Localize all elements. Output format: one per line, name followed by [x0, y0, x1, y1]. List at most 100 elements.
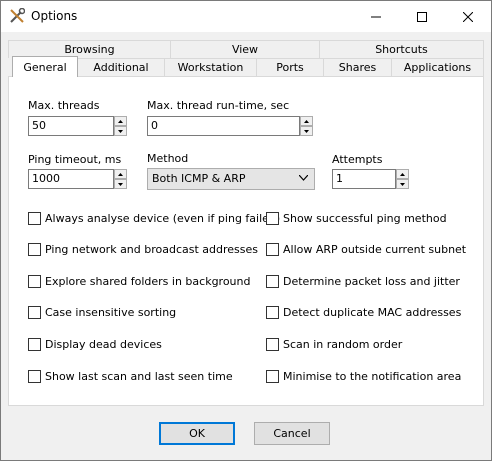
arrow-down-icon [118, 182, 123, 186]
arrow-down-icon [400, 182, 405, 186]
chevron-down-icon [299, 175, 308, 181]
checkbox-box[interactable] [28, 274, 41, 288]
checkbox-label: Ping network and broadcast addresses [45, 242, 259, 256]
spin-up-button[interactable] [396, 169, 409, 179]
arrow-up-icon [118, 119, 123, 123]
checkbox-box[interactable] [28, 211, 41, 225]
checkbox-box[interactable] [266, 337, 279, 351]
checkbox-label: Determine packet loss and jitter [283, 274, 460, 288]
tab-label: View [231, 43, 259, 56]
maximize-icon [417, 11, 427, 22]
ok-label: OK [189, 427, 205, 440]
tab-general[interactable]: General [12, 56, 78, 77]
tab-shares[interactable]: Shares [323, 58, 392, 76]
spin-up-button[interactable] [300, 116, 313, 126]
checkbox-box[interactable] [266, 211, 279, 225]
checkbox-always-analyse[interactable]: Always analyse device (even if ping fail… [28, 210, 280, 226]
checkbox-explore-shared[interactable]: Explore shared folders in background [28, 273, 251, 289]
checkbox-label: Scan in random order [283, 337, 403, 351]
maximize-button[interactable] [399, 1, 445, 32]
spin-up-button[interactable] [114, 169, 127, 179]
spin-down-button[interactable] [396, 179, 409, 189]
checkbox-random-order[interactable]: Scan in random order [266, 336, 402, 352]
checkbox-display-dead[interactable]: Display dead devices [28, 336, 162, 352]
tab-label: Shortcuts [375, 43, 428, 56]
spin-down-button[interactable] [300, 126, 313, 136]
checkbox-box[interactable] [28, 337, 41, 351]
cancel-button[interactable]: Cancel [254, 422, 330, 445]
tab-label: Shares [338, 61, 377, 74]
checkbox-label: Allow ARP outside current subnet [283, 242, 467, 256]
max-threads-label: Max. threads [28, 99, 100, 112]
minimize-icon [371, 16, 381, 17]
arrow-down-icon [118, 129, 123, 133]
window-title: Options [31, 9, 78, 23]
close-icon [463, 11, 473, 22]
tab-label: Browsing [64, 43, 115, 56]
tab-additional[interactable]: Additional [77, 58, 165, 76]
checkbox-box[interactable] [28, 305, 41, 319]
checkbox-ping-network[interactable]: Ping network and broadcast addresses [28, 241, 258, 257]
max-runtime-input[interactable]: 0 [147, 116, 300, 136]
checkbox-label: Display dead devices [45, 337, 162, 351]
method-label: Method [147, 152, 189, 165]
ping-timeout-input[interactable]: 1000 [28, 169, 114, 189]
checkbox-box[interactable] [266, 242, 279, 256]
arrow-down-icon [304, 129, 309, 133]
options-window: Options Browsing View Shortcuts General … [0, 0, 492, 461]
checkbox-show-ping-method[interactable]: Show successful ping method [266, 210, 447, 226]
checkbox-duplicate-mac[interactable]: Detect duplicate MAC addresses [266, 304, 461, 320]
checkbox-show-last-scan[interactable]: Show last scan and last seen time [28, 368, 233, 384]
attempts-label: Attempts [332, 153, 383, 166]
close-button[interactable] [445, 1, 491, 32]
arrow-up-icon [118, 172, 123, 176]
method-value: Both ICMP & ARP [152, 172, 246, 185]
checkbox-case-insensitive[interactable]: Case insensitive sorting [28, 304, 176, 320]
checkbox-label: Minimise to the notification area [283, 369, 462, 383]
checkbox-box[interactable] [28, 242, 41, 256]
tab-workstation[interactable]: Workstation [164, 58, 257, 76]
general-tab-panel: Max. threads 50 Max. thread run-time, se… [8, 76, 484, 406]
tab-ports[interactable]: Ports [256, 58, 324, 76]
ok-button[interactable]: OK [159, 422, 235, 445]
tab-label: Additional [93, 61, 149, 74]
checkbox-label: Detect duplicate MAC addresses [283, 305, 462, 319]
title-bar: Options [1, 1, 491, 32]
max-runtime-label: Max. thread run-time, sec [147, 99, 290, 112]
checkbox-allow-arp[interactable]: Allow ARP outside current subnet [266, 241, 466, 257]
arrow-up-icon [400, 172, 405, 176]
checkbox-label: Show last scan and last seen time [45, 369, 233, 383]
tab-label: Applications [403, 61, 472, 74]
checkbox-box[interactable] [266, 274, 279, 288]
minimize-button[interactable] [353, 1, 399, 32]
tab-label: Ports [276, 61, 304, 74]
spin-down-button[interactable] [114, 179, 127, 189]
checkbox-label: Explore shared folders in background [45, 274, 251, 288]
max-threads-spinner[interactable] [114, 116, 127, 136]
spin-down-button[interactable] [114, 126, 127, 136]
ping-timeout-label: Ping timeout, ms [28, 153, 122, 166]
method-select[interactable]: Both ICMP & ARP [147, 168, 315, 190]
tab-label: Workstation [177, 61, 244, 74]
tab-applications[interactable]: Applications [391, 58, 484, 76]
arrow-up-icon [304, 119, 309, 123]
ping-timeout-spinner[interactable] [114, 169, 127, 189]
checkbox-label: Always analyse device (even if ping fail… [45, 211, 281, 225]
spin-up-button[interactable] [114, 116, 127, 126]
max-runtime-spinner[interactable] [300, 116, 313, 136]
checkbox-label: Show successful ping method [283, 211, 447, 225]
tab-label: General [23, 60, 67, 74]
checkbox-label: Case insensitive sorting [45, 305, 177, 319]
checkbox-minimise-tray[interactable]: Minimise to the notification area [266, 368, 461, 384]
attempts-spinner[interactable] [396, 169, 409, 189]
attempts-input[interactable]: 1 [332, 169, 396, 189]
max-threads-input[interactable]: 50 [28, 116, 114, 136]
tools-icon [10, 8, 25, 23]
cancel-label: Cancel [273, 427, 311, 440]
checkbox-box[interactable] [28, 369, 41, 383]
tab-shortcuts[interactable]: Shortcuts [319, 40, 484, 58]
tab-view[interactable]: View [170, 40, 320, 58]
checkbox-box[interactable] [266, 369, 279, 383]
checkbox-packet-loss[interactable]: Determine packet loss and jitter [266, 273, 460, 289]
checkbox-box[interactable] [266, 305, 279, 319]
